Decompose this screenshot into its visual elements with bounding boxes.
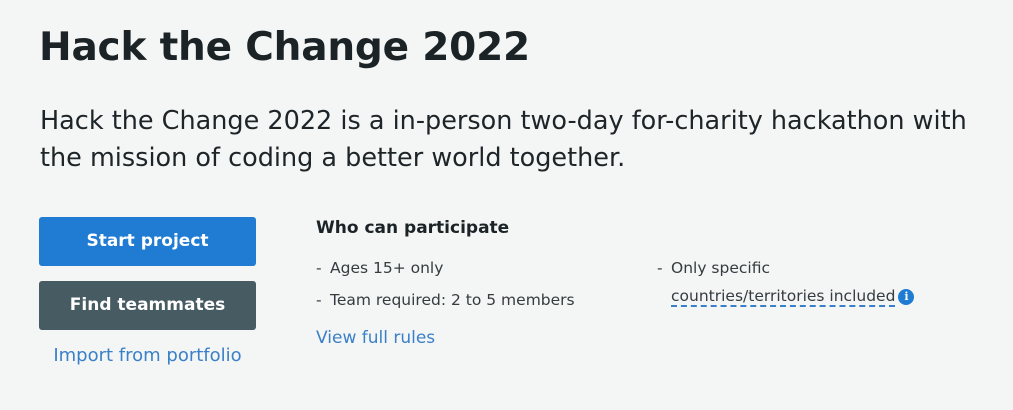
find-teammates-button[interactable]: Find teammates [39, 281, 256, 330]
page-title: Hack the Change 2022 [39, 25, 530, 70]
who-can-participate-heading: Who can participate [316, 218, 510, 238]
hackathon-description: Hack the Change 2022 is a in-person two-… [40, 106, 967, 173]
list-item: - Ages 15+ only [316, 257, 575, 289]
requirement-age: Ages 15+ only [330, 259, 444, 277]
view-full-rules-link[interactable]: View full rules [316, 328, 435, 348]
bullet-dash: - [657, 259, 663, 277]
requirement-team: Team required: 2 to 5 members [330, 291, 575, 309]
list-item: - Team required: 2 to 5 members [316, 289, 575, 321]
countries-territories-link[interactable]: countries/territories included [671, 287, 896, 307]
bullet-dash: - [316, 259, 322, 277]
import-from-portfolio-link[interactable]: Import from portfolio [39, 345, 256, 366]
requirement-countries-prefix: Only specific [671, 259, 770, 277]
bullet-dash: - [316, 291, 322, 309]
requirement-countries: - Only specific countries/territories inc… [657, 257, 915, 307]
actions-panel: Start project Find teammates Import from… [39, 217, 256, 366]
requirements-list: - Ages 15+ only - Team required: 2 to 5 me… [316, 257, 575, 321]
start-project-button[interactable]: Start project [39, 217, 256, 266]
info-icon[interactable]: i [898, 289, 915, 305]
